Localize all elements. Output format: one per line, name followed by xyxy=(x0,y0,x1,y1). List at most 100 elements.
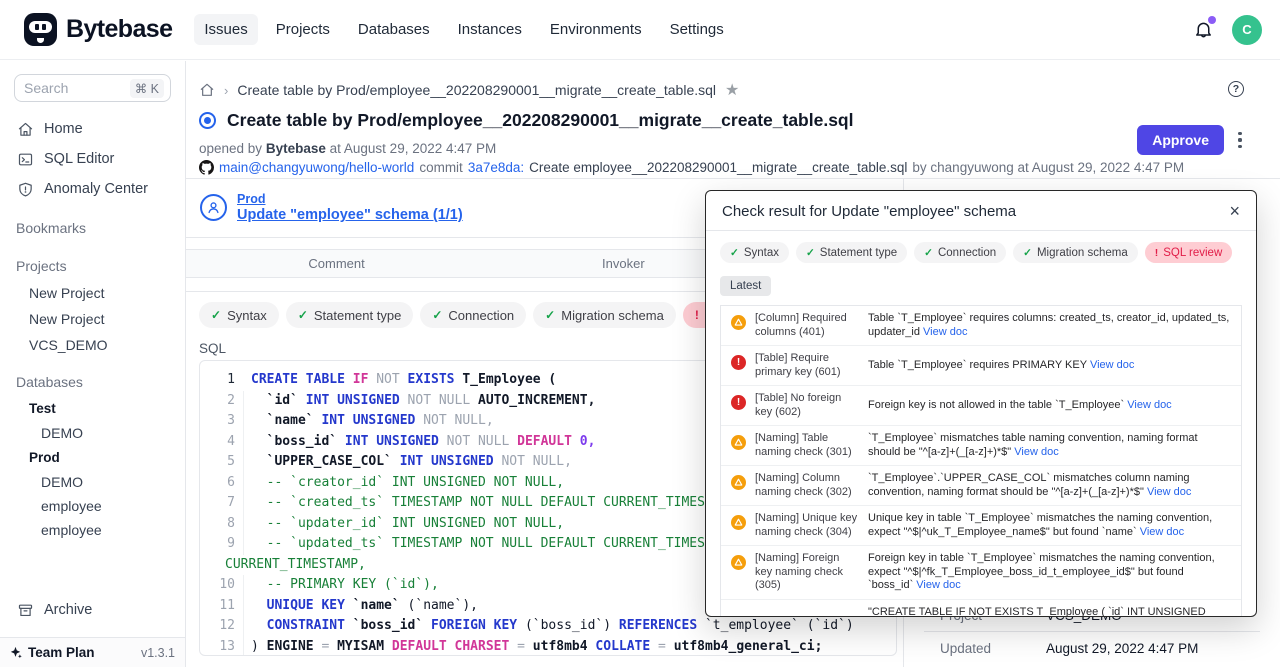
warning-icon xyxy=(731,515,746,530)
check-badge-connection[interactable]: ✓Connection xyxy=(420,302,526,328)
check-rule-description: `T_Employee`.`UPPER_CASE_COL` mismatches… xyxy=(868,472,1231,499)
stage-task-link[interactable]: Update "employee" schema (1/1) xyxy=(237,207,463,223)
sidebar-item-vcs-demo[interactable]: VCS_DEMO xyxy=(0,332,185,358)
check-badge-migration-schema[interactable]: ✓Migration schema xyxy=(1013,242,1138,263)
view-doc-link[interactable]: View doc xyxy=(916,579,960,591)
sidebar-item-employee[interactable]: employee xyxy=(0,518,185,542)
check-badge-syntax[interactable]: ✓Syntax xyxy=(720,242,789,263)
sql-line-text: CONSTRAINT `boss_id` FOREIGN KEY (`boss_… xyxy=(243,616,854,637)
sql-editor-icon xyxy=(17,151,34,168)
nav-item-databases[interactable]: Databases xyxy=(348,14,440,45)
search-placeholder: Search xyxy=(24,80,130,96)
updated-row: Updated August 29, 2022 4:47 PM xyxy=(940,641,1270,656)
updated-value: August 29, 2022 4:47 PM xyxy=(1046,641,1198,656)
check-badge-sql-review[interactable]: !SQL review xyxy=(1145,242,1233,263)
sidebar-item-anomaly-center[interactable]: Anomaly Center xyxy=(0,174,185,204)
home-breadcrumb-icon[interactable] xyxy=(199,82,215,98)
sql-line-text: -- `creator_id` INT UNSIGNED NOT NULL, xyxy=(243,473,564,494)
nav-item-environments[interactable]: Environments xyxy=(540,14,652,45)
check-badge-connection[interactable]: ✓Connection xyxy=(914,242,1006,263)
check-rule-name: [Naming] Table naming check (301) xyxy=(755,432,859,459)
line-number: 9 xyxy=(200,534,244,555)
line-number xyxy=(200,555,218,576)
sidebar-item-new-project[interactable]: New Project xyxy=(0,280,185,306)
error-icon: ! xyxy=(731,395,746,410)
sidebar-item-new-project[interactable]: New Project xyxy=(0,306,185,332)
notifications-button[interactable] xyxy=(1193,19,1214,40)
close-icon[interactable]: × xyxy=(1229,202,1240,220)
plan-bar[interactable]: Team Plan v1.3.1 xyxy=(0,637,185,667)
check-rule-name: [Naming] Column naming check (302) xyxy=(755,472,859,499)
check-badge-syntax[interactable]: ✓Syntax xyxy=(199,302,279,328)
sidebar-item-employee[interactable]: employee xyxy=(0,494,185,518)
check-result-row: ![Table] No foreign key (602)Foreign key… xyxy=(721,386,1241,426)
sidebar-item-home[interactable]: Home xyxy=(0,114,185,144)
check-badge-statement-type[interactable]: ✓Statement type xyxy=(796,242,907,263)
sidebar-item-sql-editor[interactable]: SQL Editor xyxy=(0,144,185,174)
github-icon xyxy=(199,160,214,175)
view-doc-link[interactable]: View doc xyxy=(1140,526,1184,538)
check-rule-name: [Table] Require primary key (601) xyxy=(755,352,859,379)
search-shortcut: ⌘ K xyxy=(130,79,164,98)
main-nav: Issues Projects Databases Instances Environm… xyxy=(194,14,733,45)
stage-environment-link[interactable]: Prod xyxy=(237,192,463,206)
check-badge-label: Statement type xyxy=(820,247,897,259)
line-number: 11 xyxy=(200,596,244,617)
nav-item-issues[interactable]: Issues xyxy=(194,14,257,45)
check-badge-statement-type[interactable]: ✓Statement type xyxy=(286,302,414,328)
bytebase-logo[interactable]: Bytebase xyxy=(24,13,172,46)
view-doc-link[interactable]: View doc xyxy=(1090,359,1134,371)
column-comment: Comment xyxy=(186,256,487,271)
check-result-list: [Column] Required columns (401)Table `T_… xyxy=(720,305,1242,617)
sidebar-item-archive[interactable]: Archive xyxy=(0,595,185,625)
check-rule-description: `T_Employee` mismatches table naming con… xyxy=(868,432,1231,459)
breadcrumb-title[interactable]: Create table by Prod/employee__202208290… xyxy=(237,82,716,98)
check-mark-icon: ✓ xyxy=(924,247,933,259)
commit-hash-link[interactable]: 3a7e8da: xyxy=(468,160,524,175)
sidebar-item-demo[interactable]: DEMO xyxy=(0,421,185,445)
search-input[interactable]: Search ⌘ K xyxy=(14,74,171,102)
plan-name: Team Plan xyxy=(28,645,95,660)
check-badge-label: Migration schema xyxy=(1037,247,1128,259)
check-badge-migration-schema[interactable]: ✓Migration schema xyxy=(533,302,676,328)
sql-line-text: `id` INT UNSIGNED NOT NULL AUTO_INCREMEN… xyxy=(243,391,595,412)
view-doc-link[interactable]: View doc xyxy=(1127,399,1171,411)
check-rule-description: Foreign key is not allowed in the table … xyxy=(868,399,1231,413)
line-number: 3 xyxy=(200,411,244,432)
view-doc-link[interactable]: View doc xyxy=(923,326,967,338)
home-icon xyxy=(17,121,34,138)
user-avatar[interactable]: C xyxy=(1232,15,1262,45)
sidebar-item-test: Test xyxy=(0,396,185,421)
sql-line-text: -- PRIMARY KEY (`id`), xyxy=(243,575,439,596)
check-badge-label: SQL review xyxy=(1163,247,1222,259)
sidebar-item-label: Anomaly Center xyxy=(44,181,148,197)
latest-button[interactable]: Latest xyxy=(720,276,771,296)
check-rule-name: [Naming] Unique key naming check (304) xyxy=(755,512,859,539)
sidebar-sections: BookmarksProjectsNew ProjectNew ProjectV… xyxy=(0,204,185,542)
sql-line-text: CREATE TABLE IF NOT EXISTS T_Employee ( xyxy=(244,370,556,391)
archive-icon xyxy=(17,602,34,619)
view-doc-link[interactable]: View doc xyxy=(1147,486,1191,498)
pipeline-stage: Prod Update "employee" schema (1/1) xyxy=(200,192,463,223)
check-result-row: [Naming] Unique key naming check (304)Un… xyxy=(721,506,1241,546)
view-doc-link[interactable]: View doc xyxy=(1014,446,1058,458)
sidebar-item-demo[interactable]: DEMO xyxy=(0,470,185,494)
modal-title: Check result for Update "employee" schem… xyxy=(722,203,1016,220)
warning-icon xyxy=(731,555,746,570)
check-rule-description: "CREATE TABLE IF NOT EXISTS T_Employee (… xyxy=(868,606,1231,618)
help-icon[interactable]: ? xyxy=(1228,81,1244,97)
favorite-star-icon[interactable]: ★ xyxy=(725,80,739,100)
nav-item-instances[interactable]: Instances xyxy=(448,14,532,45)
sql-line: 13) ENGINE = MYISAM DEFAULT CHARSET = ut… xyxy=(200,637,896,657)
check-result-modal: Check result for Update "employee" schem… xyxy=(705,190,1257,617)
error-mark-icon: ! xyxy=(695,308,699,322)
nav-item-settings[interactable]: Settings xyxy=(660,14,734,45)
warning-icon xyxy=(731,315,746,330)
more-actions-button[interactable] xyxy=(1232,129,1248,151)
approve-button[interactable]: Approve xyxy=(1137,125,1224,155)
commit-branch-link[interactable]: main@changyuwong/hello-world xyxy=(219,160,414,175)
assignee-icon xyxy=(200,194,227,221)
sidebar-item-label: SQL Editor xyxy=(44,151,114,167)
nav-item-projects[interactable]: Projects xyxy=(266,14,340,45)
line-number: 8 xyxy=(200,514,244,535)
